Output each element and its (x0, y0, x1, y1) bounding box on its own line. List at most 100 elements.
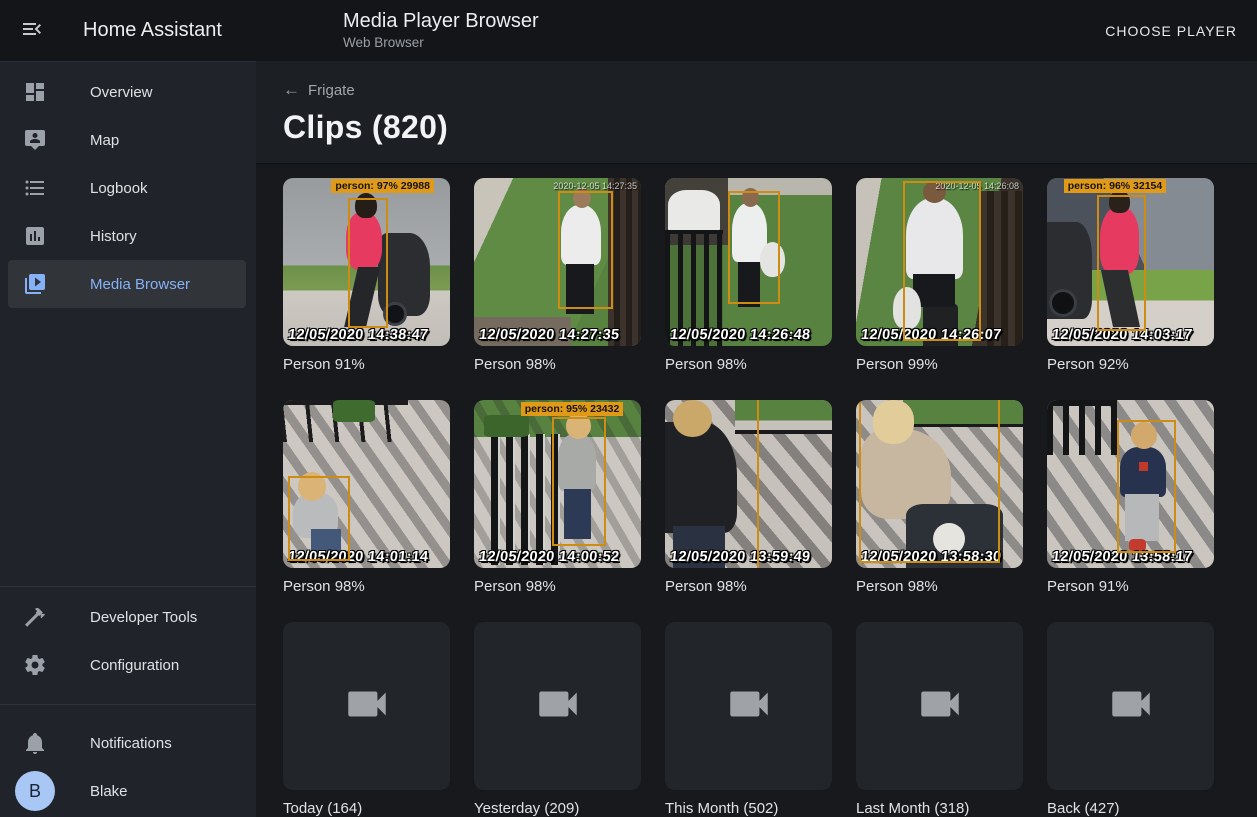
clip-thumbnail[interactable]: person: 97% 29988 12/05/2020 14:38:47 (283, 178, 450, 346)
clip-thumbnail[interactable]: 12/05/2020 13:58:30 (856, 400, 1023, 568)
clip-item[interactable]: person: 96% 32154 12/05/2020 14:03:17 Pe… (1047, 178, 1214, 375)
detection-label: person: 97% 29988 (331, 179, 434, 193)
sidebar-spacer (0, 308, 256, 586)
clip-caption: Person 98% (474, 355, 641, 375)
sidebar-item-developer-tools[interactable]: Developer Tools (8, 593, 246, 641)
clip-item[interactable]: 12/05/2020 13:58:30 Person 98% (856, 400, 1023, 597)
clip-thumbnail[interactable]: 12/05/2020 13:58:17 (1047, 400, 1214, 568)
sidebar-toggle-button[interactable] (8, 7, 56, 55)
sidebar-item-map[interactable]: Map (8, 116, 246, 164)
detection-bbox (1117, 420, 1175, 553)
sidebar-item-label: Developer Tools (90, 609, 197, 626)
video-camera-icon (1106, 679, 1156, 734)
clip-item[interactable]: person: 95% 23432 12/05/2020 14:00:52 Pe… (474, 400, 641, 597)
clip-caption: Person 98% (474, 577, 641, 597)
sidebar-item-media-browser[interactable]: Media Browser (8, 260, 246, 308)
sidebar-item-user[interactable]: B Blake (8, 767, 246, 815)
folder-thumbnail[interactable] (665, 622, 832, 790)
folder-caption: Last Month (318) (856, 799, 1023, 817)
detection-bbox (558, 191, 613, 309)
scene-layer (484, 415, 529, 437)
clip-caption: Person 91% (1047, 577, 1214, 597)
sidebar-item-configuration[interactable]: Configuration (8, 641, 246, 689)
media-grid: person: 97% 29988 12/05/2020 14:38:47 Pe… (283, 178, 1230, 817)
scene-layer (333, 400, 375, 422)
clip-thumbnail[interactable]: 12/05/2020 14:26:48 (665, 178, 832, 346)
clip-item[interactable]: 12/05/2020 13:58:17 Person 91% (1047, 400, 1214, 597)
clip-caption: Person 98% (283, 577, 450, 597)
clip-caption: Person 92% (1047, 355, 1214, 375)
sidebar-item-overview[interactable]: Overview (8, 68, 246, 116)
clip-caption: Person 91% (283, 355, 450, 375)
media-browser-header: ← Frigate Clips (820) (256, 61, 1257, 164)
detection-bbox (552, 417, 605, 546)
scene-layer (980, 191, 1023, 346)
clip-thumbnail[interactable]: 2020-12-05 14:27:35 12/05/2020 14:27:35 (474, 178, 641, 346)
clip-item[interactable]: 12/05/2020 14:01:14 Person 98% (283, 400, 450, 597)
clip-thumbnail[interactable]: person: 96% 32154 12/05/2020 14:03:17 (1047, 178, 1214, 346)
timestamp-overlay: 12/05/2020 14:26:48 (669, 327, 811, 343)
sidebar-item-history[interactable]: History (8, 212, 246, 260)
video-camera-icon (342, 679, 392, 734)
folder-item[interactable]: Last Month (318) (856, 622, 1023, 817)
detection-bbox (665, 400, 759, 568)
sidebar-item-label: Overview (90, 84, 153, 101)
clip-thumbnail[interactable]: 12/05/2020 14:01:14 (283, 400, 450, 568)
panel-title: Media Player Browser (343, 9, 539, 33)
sidebar-tools: Developer Tools Configuration (0, 587, 256, 689)
media-browser-panel: ← Frigate Clips (820) person: 97% 29988 … (256, 61, 1257, 817)
video-camera-icon (724, 679, 774, 734)
scene-layer (1047, 400, 1117, 455)
sidebar-item-notifications[interactable]: Notifications (8, 719, 246, 767)
clip-item[interactable]: person: 97% 29988 12/05/2020 14:38:47 Pe… (283, 178, 450, 375)
detection-bbox (903, 181, 981, 341)
clip-item[interactable]: 12/05/2020 14:26:48 Person 98% (665, 178, 832, 375)
sidebar-nav: Overview Map Logbook History (0, 62, 256, 308)
clip-caption: Person 98% (856, 577, 1023, 597)
top-app-bar: Home Assistant Media Player Browser Web … (0, 0, 1257, 61)
folder-item[interactable]: Yesterday (209) (474, 622, 641, 817)
folder-item[interactable]: Today (164) (283, 622, 450, 817)
clip-item[interactable]: 2020-12-05 14:27:35 12/05/2020 14:27:35 … (474, 178, 641, 375)
clip-thumbnail[interactable]: person: 95% 23432 12/05/2020 14:00:52 (474, 400, 641, 568)
clip-item[interactable]: 2020-12-05 14:26:08 12/05/2020 14:26:07 … (856, 178, 1023, 375)
scene-layer (668, 190, 720, 232)
folder-thumbnail[interactable] (1047, 622, 1214, 790)
tooltip-account-icon (23, 128, 47, 152)
folder-caption: Today (164) (283, 799, 450, 817)
chart-box-icon (23, 224, 47, 248)
folder-caption: Yesterday (209) (474, 799, 641, 817)
clip-thumbnail[interactable]: 2020-12-05 14:26:08 12/05/2020 14:26:07 (856, 178, 1023, 346)
sidebar-item-logbook[interactable]: Logbook (8, 164, 246, 212)
media-grid-container: person: 97% 29988 12/05/2020 14:38:47 Pe… (256, 164, 1257, 817)
folder-caption: This Month (502) (665, 799, 832, 817)
folder-thumbnail[interactable] (283, 622, 450, 790)
detection-label: person: 96% 32154 (1064, 179, 1167, 193)
camera-datetime-overlay: 2020-12-05 14:27:35 (553, 181, 637, 191)
panel-subtitle: Web Browser (343, 35, 539, 50)
clip-item[interactable]: 12/05/2020 13:59:49 Person 98% (665, 400, 832, 597)
sidebar-item-label: Logbook (90, 180, 148, 197)
user-name: Blake (90, 783, 128, 800)
sidebar-footer: Notifications B Blake (0, 705, 256, 817)
folder-thumbnail[interactable] (856, 622, 1023, 790)
detection-bbox (728, 191, 780, 304)
detection-bbox (288, 476, 350, 562)
sidebar-item-label: Notifications (90, 735, 172, 752)
clip-caption: Person 98% (665, 355, 832, 375)
menu-open-icon (20, 17, 44, 44)
folder-thumbnail[interactable] (474, 622, 641, 790)
avatar: B (15, 771, 55, 811)
folder-item[interactable]: Back (427) (1047, 622, 1214, 817)
folder-item[interactable]: This Month (502) (665, 622, 832, 817)
clip-thumbnail[interactable]: 12/05/2020 13:59:49 (665, 400, 832, 568)
detection-bbox (348, 198, 388, 327)
play-box-multiple-icon (23, 272, 47, 296)
breadcrumb[interactable]: ← Frigate (283, 80, 355, 100)
arrow-left-icon: ← (283, 80, 300, 100)
gear-icon (23, 653, 47, 677)
sidebar-item-label: Configuration (90, 657, 179, 674)
choose-player-button[interactable]: CHOOSE PLAYER (1097, 0, 1245, 61)
detection-bbox (859, 400, 999, 563)
app-title: Home Assistant (83, 19, 222, 42)
